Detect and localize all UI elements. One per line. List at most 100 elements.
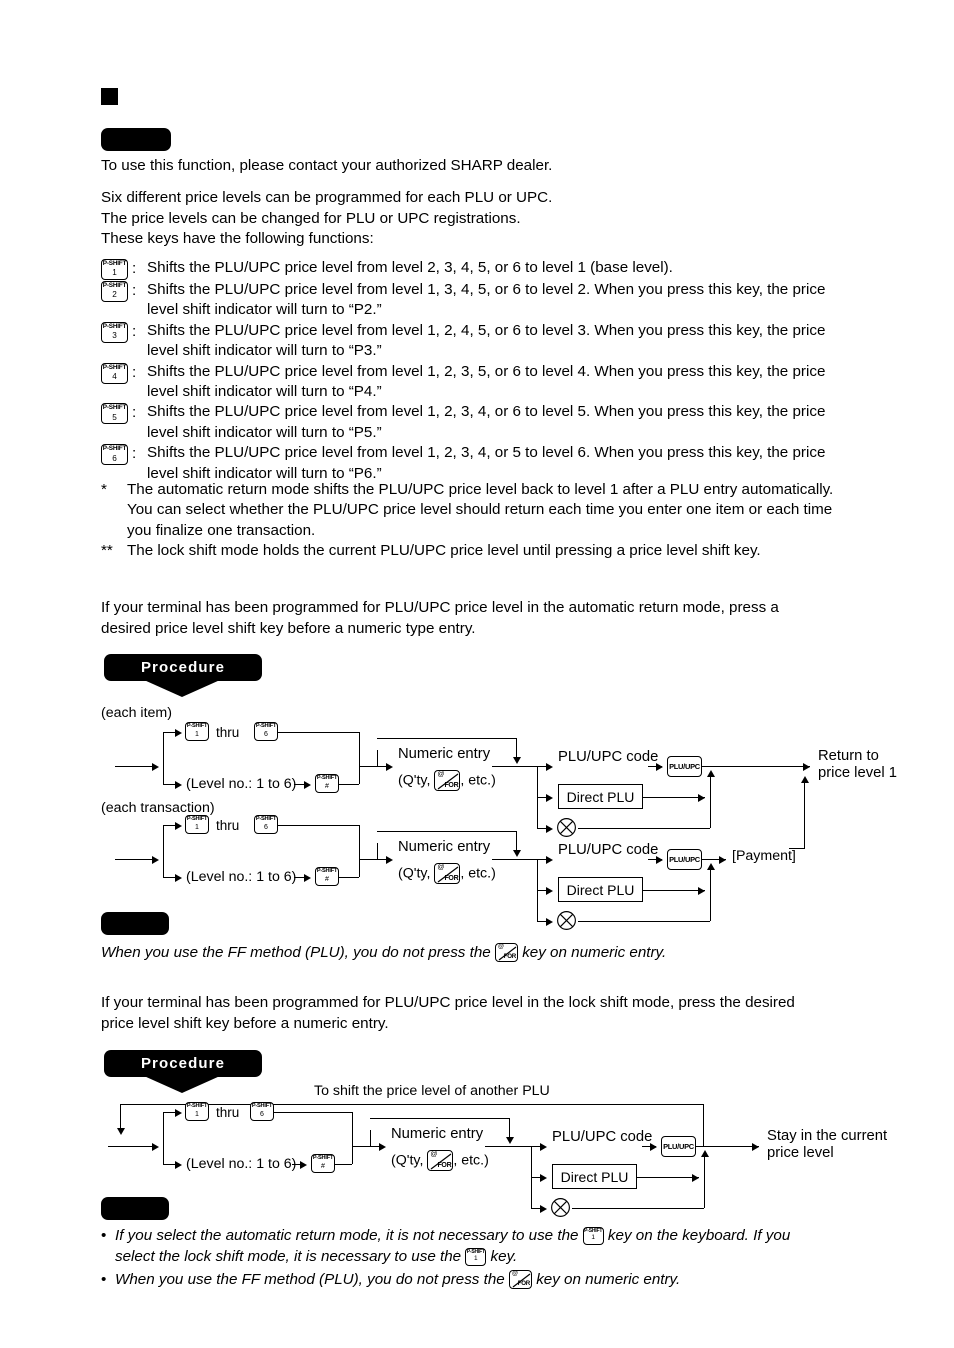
redacted-heading-label xyxy=(101,128,171,151)
key-bottom-label: 1 xyxy=(474,1254,478,1262)
numeric-detail-suffix: , etc.) xyxy=(453,1152,489,1169)
key-description-line: Shifts the PLU/UPC price level from leve… xyxy=(147,321,826,339)
flow-line xyxy=(572,1208,704,1209)
lock-shift-intro-line: If your terminal has been programmed for… xyxy=(101,994,795,1011)
key-colon: : xyxy=(132,404,137,422)
key-cell: P-SHIFT 1 xyxy=(101,258,132,280)
key-description-line: Shifts the PLU/UPC price level from leve… xyxy=(147,259,673,276)
flow-result-label: Return to price level 1 xyxy=(818,748,897,782)
p-shift-3-key-icon[interactable]: P-SHIFT 3 xyxy=(101,321,128,343)
flow-line xyxy=(485,1146,531,1147)
plu-upc-key-icon[interactable]: PLU/UPC xyxy=(667,849,702,870)
section-marker-square xyxy=(101,88,118,105)
flow-line xyxy=(359,859,377,860)
key-top-label: P-SHIFT xyxy=(102,260,127,267)
flow-arrow xyxy=(512,850,521,857)
p-shift-1-key-icon[interactable]: P-SHIFT 1 xyxy=(185,1102,209,1121)
flow-line xyxy=(370,1118,510,1119)
procedure-banner-tail xyxy=(144,680,220,697)
flow-arrow xyxy=(700,1150,709,1157)
key-colon: : xyxy=(132,445,137,463)
direct-plu-box[interactable]: Direct PLU xyxy=(558,877,643,902)
numeric-detail-prefix: (Q'ty, xyxy=(391,1152,428,1169)
at-for-key-icon[interactable]: @ FOR xyxy=(508,1270,532,1290)
key-top-label: P-SHIFT xyxy=(186,1103,208,1109)
p-shift-1-key-icon[interactable]: P-SHIFT 1 xyxy=(185,815,209,834)
key-top-label: P-SHIFT xyxy=(186,723,208,729)
at-for-key-icon[interactable]: @ FOR xyxy=(427,1150,454,1171)
plu-upc-key-icon[interactable]: PLU/UPC xyxy=(661,1136,696,1157)
direct-plu-box[interactable]: Direct PLU xyxy=(558,784,643,809)
p-shift-1-key-icon[interactable]: P-SHIFT 1 xyxy=(101,259,128,280)
flow-arrow xyxy=(386,762,393,771)
p-shift-1-key-icon[interactable]: P-SHIFT 1 xyxy=(582,1226,604,1245)
numeric-detail-prefix: (Q'ty, xyxy=(398,772,435,789)
key-description: Shifts the PLU/UPC price level from leve… xyxy=(147,258,921,278)
lock-shift-intro-line: price level shift key before a numeric e… xyxy=(101,1014,389,1032)
p-shift-6-key-icon[interactable]: P-SHIFT 6 xyxy=(254,722,278,741)
flow-arrow xyxy=(698,793,705,802)
flow-line xyxy=(274,1112,352,1113)
key-description: Shifts the PLU/UPC price level from leve… xyxy=(147,321,921,362)
plu-upc-key-icon[interactable]: PLU/UPC xyxy=(667,756,702,777)
flow-arrow xyxy=(304,780,311,789)
p-shift-6-key-icon[interactable]: P-SHIFT 6 xyxy=(101,444,128,466)
flow-arrow xyxy=(540,1142,547,1151)
numeric-detail-suffix: , etc.) xyxy=(460,772,496,789)
auto-return-intro-line: desired price level shift key before a n… xyxy=(101,619,476,637)
flow-arrow xyxy=(803,762,810,771)
star-note-text: The lock shift mode holds the current PL… xyxy=(127,541,921,561)
key-function-row: P-SHIFT 1 : Shifts the PLU/UPC price lev… xyxy=(101,258,921,280)
flow-line xyxy=(578,921,710,922)
p-shift-4-key-icon[interactable]: P-SHIFT 4 xyxy=(101,362,128,384)
flow-line xyxy=(492,766,537,767)
key-cell: P-SHIFT 6 xyxy=(101,443,132,466)
key-top-label: P-SHIFT xyxy=(102,363,127,371)
p-shift-6-key-icon[interactable]: P-SHIFT 6 xyxy=(254,815,278,834)
key-function-row: P-SHIFT 3 : Shifts the PLU/UPC price lev… xyxy=(101,321,921,362)
flow-arrow xyxy=(719,855,726,864)
flow-line xyxy=(637,1177,699,1178)
p-shift-1-key-icon[interactable]: P-SHIFT 1 xyxy=(185,722,209,741)
flow-level-no-label: (Level no.: 1 to 6) xyxy=(186,869,297,885)
for-label: FOR xyxy=(444,875,459,882)
key-cell: P-SHIFT 4 xyxy=(101,362,132,384)
flow-arrow xyxy=(175,1160,182,1169)
flow-level-no-label: (Level no.: 1 to 6) xyxy=(186,776,297,792)
at-for-key-icon[interactable]: @ FOR xyxy=(494,943,518,963)
key-bottom-label: # xyxy=(325,875,329,883)
key-bottom-label: 5 xyxy=(112,412,117,422)
flow-result-line: Stay in the current xyxy=(767,1128,888,1144)
flow-line xyxy=(163,825,164,877)
flow-arrow xyxy=(546,917,553,926)
flow-arrow xyxy=(304,873,311,882)
star-notes: * The automatic return mode shifts the P… xyxy=(101,480,921,562)
key-bottom-label: # xyxy=(321,1162,325,1170)
flow-arrow xyxy=(175,780,182,789)
key-cell: P-SHIFT 3 xyxy=(101,321,132,343)
at-for-key-icon[interactable]: @ FOR xyxy=(434,770,461,791)
key-description-line: Shifts the PLU/UPC price level from leve… xyxy=(147,281,826,298)
key-top-label: P-SHIFT xyxy=(102,322,127,330)
flow-line xyxy=(804,780,805,848)
flow-arrow xyxy=(656,762,663,771)
flow-line xyxy=(278,825,359,826)
p-shift-1-key-icon[interactable]: P-SHIFT 1 xyxy=(465,1247,487,1266)
p-shift-hash-key-icon[interactable]: P-SHIFT # xyxy=(311,1154,335,1173)
at-for-key-icon[interactable]: @ FOR xyxy=(434,863,461,884)
flow-plu-upc-code-label: PLU/UPC code xyxy=(558,749,659,765)
flow-thru-label: thru xyxy=(216,1105,240,1120)
p-shift-5-key-icon[interactable]: P-SHIFT 5 xyxy=(101,403,128,425)
p-shift-2-key-icon[interactable]: P-SHIFT 2 xyxy=(101,281,128,302)
p-shift-hash-key-icon[interactable]: P-SHIFT # xyxy=(315,774,339,793)
intro-paragraph-line: These keys have the following functions: xyxy=(101,230,374,247)
key-top-label: P-SHIFT xyxy=(255,816,277,822)
key-bottom-label: 6 xyxy=(264,730,268,738)
p-shift-6-key-icon[interactable]: P-SHIFT 6 xyxy=(250,1102,274,1121)
flow-numeric-detail: (Q'ty, @ FOR, etc.) xyxy=(391,1150,489,1171)
direct-plu-box[interactable]: Direct PLU xyxy=(552,1164,637,1189)
key-description-line: level shift indicator will turn to “P2.” xyxy=(147,301,382,319)
key-function-row: P-SHIFT 6 : Shifts the PLU/UPC price lev… xyxy=(101,443,921,484)
flow-arrow xyxy=(692,1173,699,1182)
p-shift-hash-key-icon[interactable]: P-SHIFT # xyxy=(315,867,339,886)
